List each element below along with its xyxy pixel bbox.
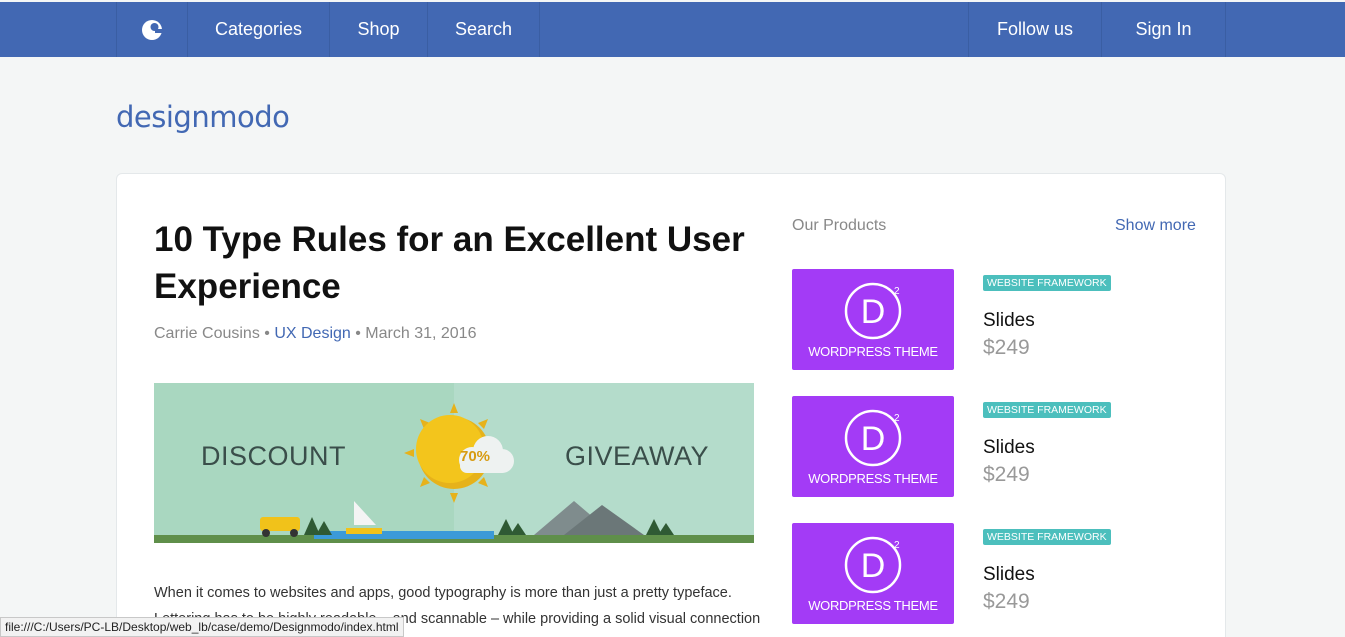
svg-text:D: D bbox=[861, 420, 886, 458]
svg-text:2: 2 bbox=[894, 540, 900, 551]
product-thumb-label: WORDPRESS THEME bbox=[808, 598, 938, 613]
divi-logo-icon: D 2 bbox=[844, 536, 902, 594]
product-name[interactable]: Slides bbox=[983, 564, 1035, 586]
product-thumbnail[interactable]: D 2 WORDPRESS THEME bbox=[792, 523, 954, 624]
divi-logo-icon: D 2 bbox=[844, 282, 902, 340]
article-author[interactable]: Carrie Cousins bbox=[154, 325, 260, 342]
svg-text:D: D bbox=[861, 293, 886, 331]
product-badge[interactable]: WEBSITE FRAMEWORK bbox=[983, 529, 1111, 545]
product-card[interactable]: D 2 WORDPRESS THEME WEBSITE FRAMEWORK Sl… bbox=[792, 396, 1212, 498]
product-card[interactable]: D 2 WORDPRESS THEME WEBSITE FRAMEWORK Sl… bbox=[792, 269, 1212, 371]
product-price: $249 bbox=[983, 463, 1030, 486]
product-thumb-label: WORDPRESS THEME bbox=[808, 471, 938, 486]
hero-discount-badge: 70% bbox=[460, 448, 491, 465]
product-thumbnail[interactable]: D 2 WORDPRESS THEME bbox=[792, 396, 954, 497]
article-date: March 31, 2016 bbox=[365, 325, 477, 342]
svg-text:2: 2 bbox=[894, 413, 900, 424]
show-more-link[interactable]: Show more bbox=[1115, 217, 1196, 235]
svg-text:2: 2 bbox=[894, 286, 900, 297]
article-category[interactable]: UX Design bbox=[274, 325, 350, 342]
svg-text:D: D bbox=[861, 547, 886, 585]
nav-shop[interactable]: Shop bbox=[330, 2, 428, 57]
article-meta: Carrie Cousins • UX Design • March 31, 2… bbox=[154, 325, 476, 343]
hero-text-right: GIVEAWAY bbox=[565, 441, 710, 471]
site-logo-icon[interactable] bbox=[116, 2, 188, 57]
hero-text-left: DISCOUNT bbox=[201, 441, 346, 471]
meta-separator: • bbox=[259, 325, 275, 342]
product-thumb-label: WORDPRESS THEME bbox=[808, 344, 938, 359]
article-hero-image[interactable]: DISCOUNT GIVEAWAY 70% bbox=[154, 383, 754, 543]
product-badge[interactable]: WEBSITE FRAMEWORK bbox=[983, 402, 1111, 418]
product-name[interactable]: Slides bbox=[983, 437, 1035, 459]
product-thumbnail[interactable]: D 2 WORDPRESS THEME bbox=[792, 269, 954, 370]
divi-logo-icon: D 2 bbox=[844, 409, 902, 467]
meta-separator: • bbox=[350, 325, 366, 342]
product-name[interactable]: Slides bbox=[983, 310, 1035, 332]
product-price: $249 bbox=[983, 336, 1030, 359]
brand-logo[interactable]: designmodo bbox=[116, 100, 290, 134]
nav-sign-in[interactable]: Sign In bbox=[1102, 2, 1226, 57]
nav-follow-us[interactable]: Follow us bbox=[968, 2, 1102, 57]
sidebar-heading: Our Products bbox=[792, 217, 887, 234]
product-price: $249 bbox=[983, 590, 1030, 613]
product-card[interactable]: D 2 WORDPRESS THEME WEBSITE FRAMEWORK Sl… bbox=[792, 523, 1212, 625]
top-navbar: Categories Shop Search Follow us Sign In bbox=[0, 2, 1345, 57]
nav-categories[interactable]: Categories bbox=[188, 2, 330, 57]
article-title[interactable]: 10 Type Rules for an Excellent User Expe… bbox=[154, 216, 774, 310]
status-bar-url: file:///C:/Users/PC-LB/Desktop/web_lb/ca… bbox=[0, 617, 404, 637]
product-badge[interactable]: WEBSITE FRAMEWORK bbox=[983, 275, 1111, 291]
nav-search[interactable]: Search bbox=[428, 2, 540, 57]
